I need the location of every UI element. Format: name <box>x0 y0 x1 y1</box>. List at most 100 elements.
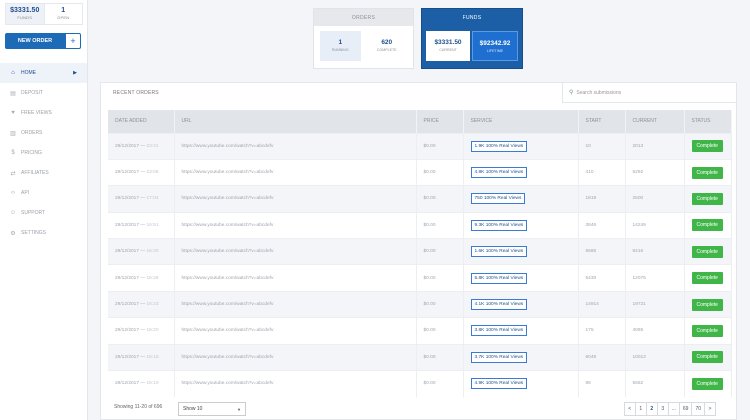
column-header-status[interactable]: STATUS <box>684 110 732 133</box>
order-date: 29/12/2017 <box>115 302 140 308</box>
table-row[interactable]: 29/12/2017 — 23:41 https://www.youtube.co… <box>108 132 732 160</box>
order-price: $0.00 <box>423 222 436 228</box>
search-box[interactable]: ⚲ <box>562 83 736 103</box>
table-cell-start: 410 <box>578 158 626 186</box>
table-cell-url: https://www.youtube.com/watch?v=abcdefv <box>174 317 417 345</box>
table-row[interactable]: 29/12/2017 — 16:18 https://www.youtube.co… <box>108 343 732 371</box>
running-box[interactable]: 1 RUNNING <box>320 31 361 61</box>
current-box[interactable]: $3331.50 CURRENT <box>426 31 470 61</box>
service-badge[interactable]: 9.3K 100% Real Views <box>470 219 528 231</box>
table-row[interactable]: 29/12/2017 — 23:08 https://www.youtube.co… <box>108 158 732 186</box>
page-button-69[interactable]: 69 <box>678 402 693 416</box>
order-url: https://www.youtube.com/watch?v=abcdefv <box>181 354 274 360</box>
table-cell-price: $0.00 <box>416 132 464 160</box>
sidebar-item-free-views[interactable]: ♥ FREE VIEWS <box>0 103 87 123</box>
status-badge[interactable]: Complete <box>691 324 723 337</box>
table-cell-start: 5430 <box>578 264 626 292</box>
table-row[interactable]: 29/12/2017 — 16:20 https://www.youtube.co… <box>108 317 732 345</box>
lifetime-box[interactable]: $92342.92 LIFETIME <box>472 31 518 61</box>
service-badge[interactable]: 3.8K 100% Real Views <box>470 325 528 337</box>
running-label: RUNNING <box>331 48 349 52</box>
column-header-url[interactable]: URL <box>174 110 417 133</box>
order-time: 16:18 <box>146 354 159 360</box>
table-cell-current: 4065 <box>625 317 685 345</box>
page-button-70[interactable]: 70 <box>691 402 705 416</box>
home-icon: ⌂ <box>11 70 15 76</box>
table-row[interactable]: 29/12/2017 — 16:26 https://www.youtube.co… <box>108 264 732 292</box>
column-header-date-added[interactable]: DATE ADDED <box>108 110 175 133</box>
page-size-select[interactable]: Show 10 ▼ <box>178 402 246 416</box>
add-order-button[interactable]: + <box>65 33 81 49</box>
status-badge[interactable]: Complete <box>691 219 723 232</box>
order-time: 23:41 <box>146 143 159 149</box>
column-header-start[interactable]: START <box>578 110 626 133</box>
service-badge[interactable]: 5.8K 100% Real Views <box>470 272 528 284</box>
search-input[interactable] <box>576 89 727 96</box>
table-cell-st: Complete <box>684 132 732 160</box>
column-header-current[interactable]: CURRENT <box>625 110 685 133</box>
table-header: DATE ADDED URL PRICE SERVICE START CURRENT STA… <box>108 110 732 133</box>
open-value: 1 <box>61 7 66 14</box>
table-cell-current: 5562 <box>625 370 685 397</box>
sidebar-item-pricing[interactable]: $ PRICING <box>0 143 87 163</box>
table-cell-price: $0.00 <box>416 211 464 239</box>
table-row[interactable]: 28/12/2017 — 16:19 https://www.youtube.co… <box>108 370 732 397</box>
table-cell-date: 29/12/2017 — 16:18 <box>108 343 175 371</box>
sidebar-item-settings[interactable]: ⚙ SETTINGS <box>0 223 87 243</box>
status-badge[interactable]: Complete <box>691 272 723 285</box>
order-date: 29/12/2017 <box>115 275 140 281</box>
table-cell-price: $0.00 <box>416 343 464 371</box>
table-row[interactable]: 29/12/2017 — 16:30 https://www.youtube.co… <box>108 238 732 265</box>
table-row[interactable]: 29/12/2017 — 16:23 https://www.youtube.co… <box>108 290 732 318</box>
showing-text: Showing 11-20 of 696 <box>114 404 163 410</box>
service-badge[interactable]: 1.6K 100% Real Views <box>470 246 528 258</box>
table-cell-st: Complete <box>684 211 732 239</box>
table-row[interactable]: 29/12/2017 — 17:04 https://www.youtube.co… <box>108 185 732 213</box>
complete-box[interactable]: 620 COMPLETE <box>367 31 408 61</box>
service-badge[interactable]: 1.9K 100% Real Views <box>470 140 528 152</box>
service-badge[interactable]: 3.7K 100% Real Views <box>470 351 528 363</box>
status-badge[interactable]: Complete <box>691 351 723 364</box>
table-cell-svc: 1.6K 100% Real Views <box>463 238 579 265</box>
sidebar-item-home[interactable]: ⌂ HOME ▶ <box>0 63 87 83</box>
status-badge[interactable]: Complete <box>691 298 723 311</box>
status-badge[interactable]: Complete <box>691 140 723 153</box>
status-badge[interactable]: Complete <box>691 192 723 205</box>
order-date: 29/12/2017 <box>115 196 140 202</box>
order-time: 23:08 <box>146 170 159 176</box>
start-count: 1819 <box>585 196 597 202</box>
order-url: https://www.youtube.com/watch?v=abcdefv <box>181 222 274 228</box>
sidebar-item-deposit[interactable]: ▤ DEPOSIT <box>0 83 87 103</box>
order-price: $0.00 <box>423 381 436 387</box>
service-badge[interactable]: 4.8K 100% Real Views <box>470 167 528 179</box>
orders-card: ORDERS 1 RUNNING 620 COMPLETE <box>313 8 414 69</box>
table-cell-st: Complete <box>684 317 732 345</box>
service-badge[interactable]: 4.9K 100% Real Views <box>470 378 528 390</box>
sidebar-item-affiliates[interactable]: ⇄ AFFILIATES <box>0 163 87 183</box>
table-cell-current: 12075 <box>625 264 685 292</box>
status-badge[interactable]: Complete <box>691 377 723 390</box>
table-cell-price: $0.00 <box>416 370 464 397</box>
table-cell-svc: 4.8K 100% Real Views <box>463 158 579 186</box>
status-badge[interactable]: Complete <box>691 166 723 179</box>
start-count: 3846 <box>585 222 597 228</box>
service-badge[interactable]: 4.1K 100% Real Views <box>470 299 528 311</box>
column-header-service[interactable]: SERVICE <box>463 110 579 133</box>
new-order-button[interactable]: NEW ORDER <box>5 33 65 49</box>
table-cell-st: Complete <box>684 185 732 213</box>
sidebar-item-support[interactable]: ☺ SUPPORT <box>0 203 87 223</box>
service-badge[interactable]: 750 100% Real Views <box>470 193 526 205</box>
start-count: 6586 <box>585 249 597 255</box>
sidebar-item-api[interactable]: ‹› API <box>0 183 87 203</box>
order-date: 29/12/2017 <box>115 170 140 176</box>
order-price: $0.00 <box>423 302 436 308</box>
sidebar-item-orders[interactable]: ▥ ORDERS <box>0 123 87 143</box>
status-badge[interactable]: Complete <box>691 245 723 258</box>
recent-orders-title: RECENT ORDERS <box>113 90 159 96</box>
search-icon: ⚲ <box>569 90 574 96</box>
start-count: 175 <box>585 328 594 334</box>
next-page-button[interactable]: > <box>704 402 716 416</box>
table-row[interactable]: 29/12/2017 — 16:51 https://www.youtube.co… <box>108 211 732 239</box>
column-header-price[interactable]: PRICE <box>416 110 464 133</box>
table-cell-start: 3846 <box>578 211 626 239</box>
